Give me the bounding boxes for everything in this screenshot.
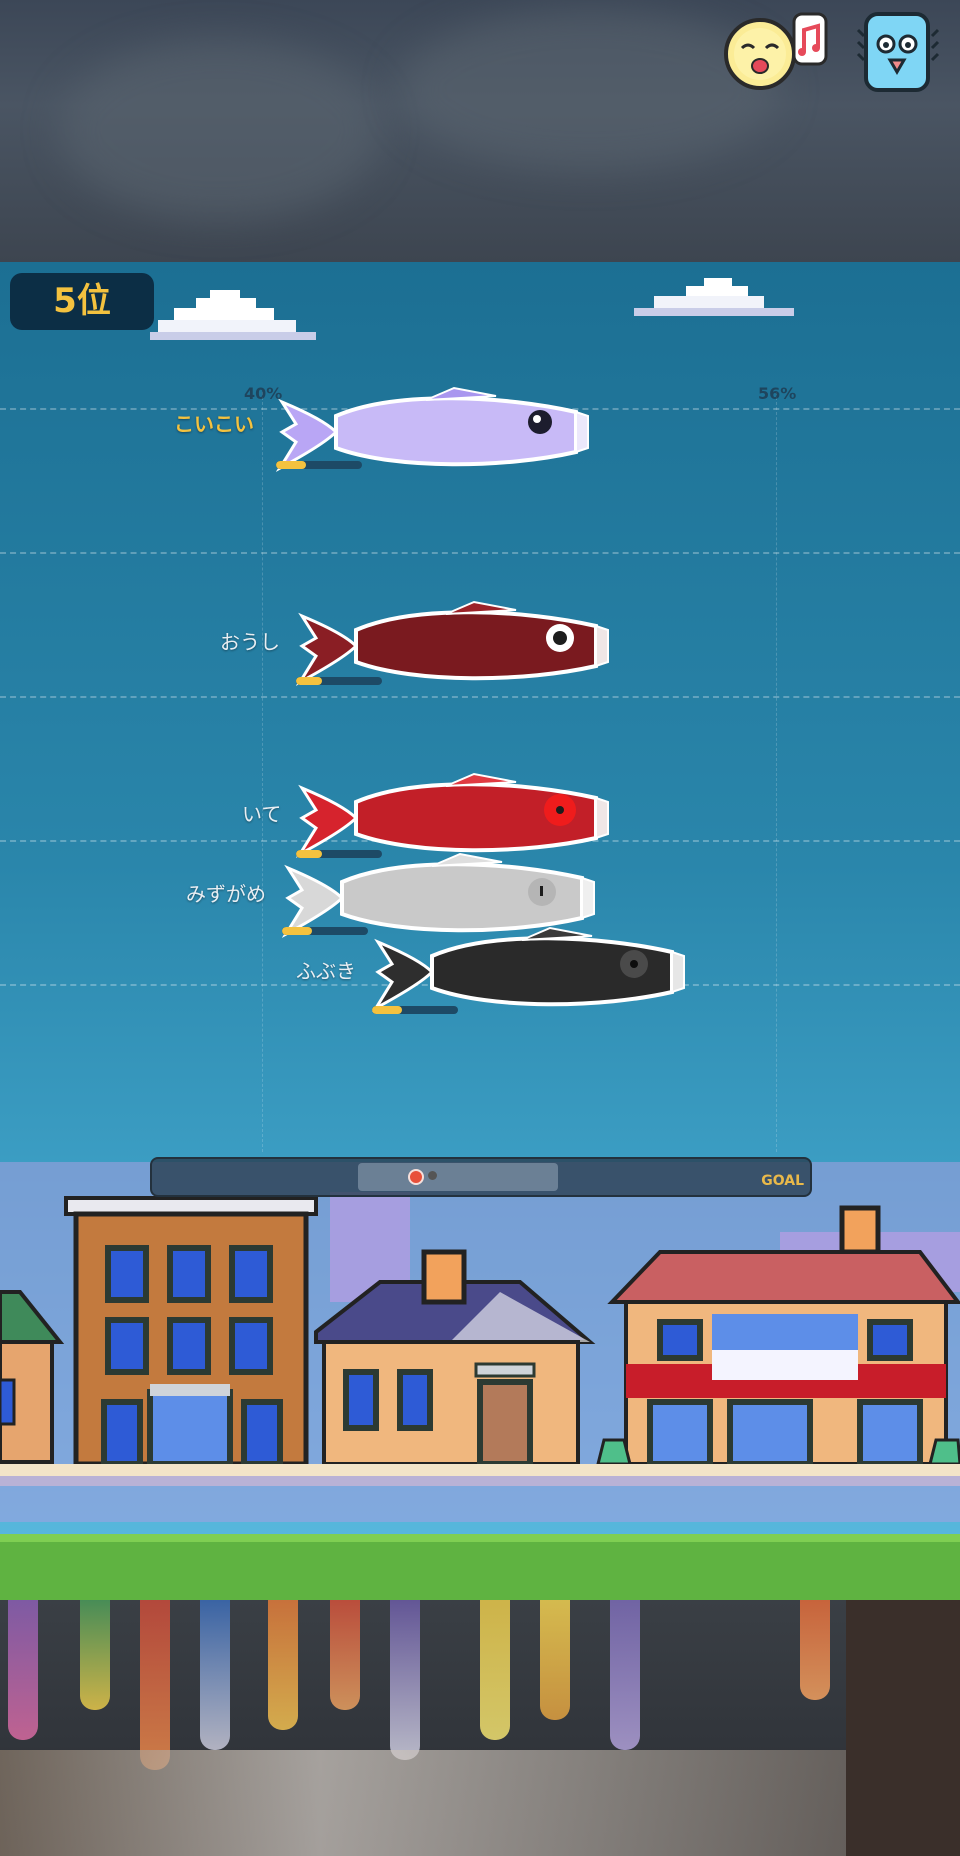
pixel-town [0,1152,960,1532]
pixel-cloud [150,288,316,352]
photo-streamer [8,1600,38,1740]
stamina-bar-oushi [296,677,382,685]
player-progress-marker [408,1169,424,1185]
distance-marker-line [262,392,263,1152]
grass-strip [0,1534,960,1608]
koi-name-fubuki: ふぶき [296,959,356,983]
progress-view-window [358,1163,558,1191]
pixel-cloud [634,276,794,330]
stamina-bar-player [276,461,362,469]
photo-streamer [268,1600,298,1730]
photo-laundry-row [0,1750,960,1856]
rival-progress-marker [428,1171,437,1180]
race-progress-bar: GOAL [150,1157,812,1197]
photo-streamer [140,1600,170,1770]
koi-name-ite: いて [242,802,282,826]
distance-marker-line [776,392,777,1152]
koinobori-photo [0,1600,960,1856]
koi-name-mizugame: みずがめ [186,882,266,906]
photo-streamer [800,1600,830,1700]
lane-line [0,552,960,554]
blue-fish-face-icon[interactable] [852,10,944,94]
photo-streamer [330,1600,360,1710]
stamina-bar-fubuki [372,1006,458,1014]
photo-streamer [200,1600,230,1750]
photo-streamer [480,1600,510,1740]
rank-badge: 5位 [10,273,154,330]
photo-streamer [80,1600,110,1710]
photo-building [846,1600,960,1856]
photo-streamer [540,1600,570,1720]
stamina-bar-mizugame [282,927,368,935]
photo-streamer [390,1600,420,1760]
koi-name-oushi: おうし [220,630,280,654]
storm-cloud [60,40,380,220]
koi-streamer-player[interactable] [275,382,590,486]
distance-label-right: 56% [758,384,797,403]
goal-label: GOAL [761,1173,804,1189]
race-area: 40% 56% 5位 こいこい おうし いて みずがめ ふぶき GOAL [0,262,960,1600]
singing-face-icon[interactable] [722,12,830,92]
koi-name-player: こいこい [174,412,254,436]
top-sky-background [0,0,960,262]
photo-streamer [610,1600,640,1750]
